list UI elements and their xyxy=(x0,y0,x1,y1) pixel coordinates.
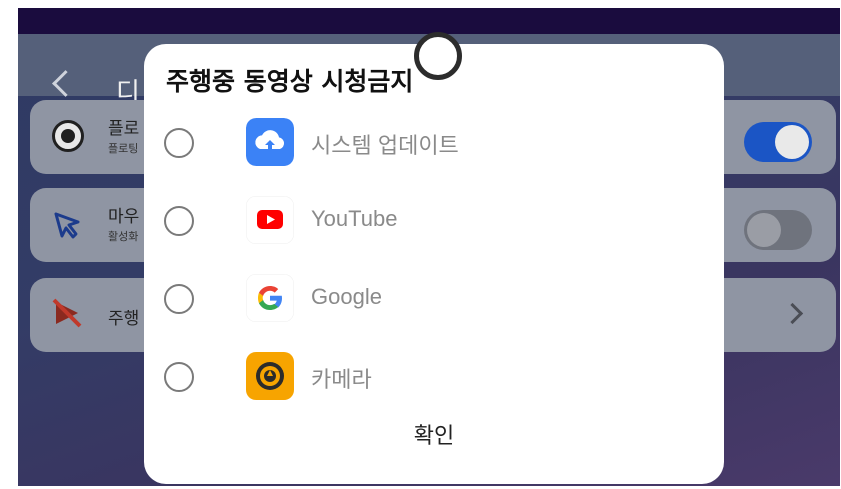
option-label: YouTube xyxy=(311,206,398,231)
option-camera[interactable]: 카메라 xyxy=(144,344,724,416)
mouse-toggle[interactable] xyxy=(744,210,812,250)
cursor-icon xyxy=(54,212,80,239)
radio-button[interactable] xyxy=(164,206,194,236)
option-youtube[interactable]: YouTube xyxy=(144,188,724,260)
google-icon xyxy=(246,274,294,322)
radio-button[interactable] xyxy=(164,284,194,314)
video-block-icon xyxy=(52,298,82,328)
touch-indicator xyxy=(414,32,462,80)
camera-icon xyxy=(246,352,294,400)
video-block-dialog: 주행중 동영상 시청금지 시스템 업데이트 YouTube Google 카메라… xyxy=(144,44,724,484)
youtube-icon xyxy=(246,196,294,244)
option-label: Google xyxy=(311,284,382,309)
option-label: 시스템 업데이트 xyxy=(311,133,459,158)
toggle-knob xyxy=(747,213,781,247)
radio-selected-icon xyxy=(52,120,84,152)
back-icon[interactable] xyxy=(52,70,79,97)
card-title: 마우 xyxy=(108,207,140,227)
option-system-update[interactable]: 시스템 업데이트 xyxy=(144,110,724,182)
chevron-right-icon xyxy=(781,302,804,325)
radio-button[interactable] xyxy=(164,362,194,392)
status-bar xyxy=(18,8,840,34)
confirm-button[interactable]: 확인 xyxy=(144,418,724,450)
system-update-icon xyxy=(246,118,294,166)
card-subtitle: 플로팅 xyxy=(108,142,139,155)
radio-button[interactable] xyxy=(164,128,194,158)
card-title: 주행 xyxy=(108,309,140,329)
option-google[interactable]: Google xyxy=(144,266,724,338)
floating-toggle[interactable] xyxy=(744,122,812,162)
toggle-knob xyxy=(775,125,809,159)
dialog-title: 주행중 동영상 시청금지 xyxy=(166,67,414,96)
option-label: 카메라 xyxy=(311,367,372,392)
card-title: 플로 xyxy=(108,119,140,139)
card-subtitle: 활성화 xyxy=(108,230,139,243)
